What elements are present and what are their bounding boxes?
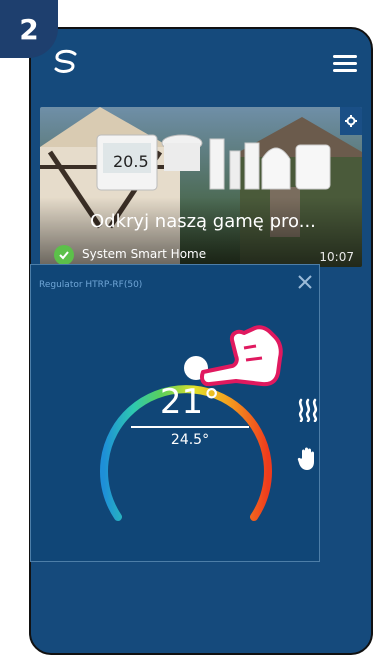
set-temperature: 21° (159, 382, 221, 422)
temperature-dial[interactable] (0, 0, 378, 660)
current-temperature: 24.5° (170, 432, 210, 448)
pointer-hand-icon (199, 325, 283, 387)
heat-waves-icon (298, 398, 318, 422)
temperature-divider (131, 426, 249, 428)
hand-manual-icon (297, 447, 314, 470)
